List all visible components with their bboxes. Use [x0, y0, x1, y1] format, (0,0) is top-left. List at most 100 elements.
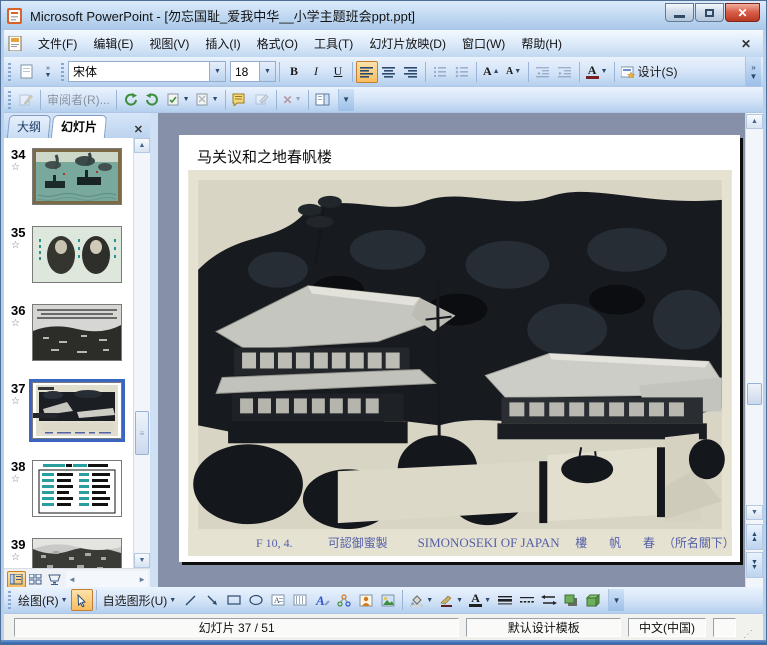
menu-insert[interactable]: 插入(I): [197, 31, 248, 56]
fill-color-dropdown-icon[interactable]: ▼: [426, 597, 433, 604]
slide-thumbnail-38[interactable]: [32, 460, 122, 517]
slide-photo-postcard[interactable]: F 10, 4. 可認御蜜製 SIMONOSEKI OF JAPAN 樓 帆 春…: [188, 170, 732, 556]
draw-menu-button[interactable]: 绘图(R) ▼: [15, 589, 71, 611]
next-slide-button[interactable]: ▼ ▼: [746, 552, 763, 578]
status-language[interactable]: 中文(中国): [628, 617, 706, 637]
font-size-dropdown-icon[interactable]: ▼: [259, 62, 275, 81]
slide-thumbnail-39[interactable]: [32, 538, 122, 568]
toolbar-overflow-button[interactable]: ▼: [337, 88, 354, 111]
next-item-button[interactable]: [142, 89, 164, 111]
increase-indent-button[interactable]: [554, 61, 576, 83]
toolbar-grip[interactable]: [8, 90, 11, 109]
three-d-style-button[interactable]: [582, 589, 604, 611]
slide-thumbnail-35[interactable]: [32, 226, 122, 283]
slide-title-text[interactable]: 马关议和之地春帆楼: [197, 146, 332, 167]
menubar-close-button[interactable]: ✕: [733, 35, 759, 53]
font-color-dropdown-icon[interactable]: ▼: [484, 597, 491, 604]
pane-scrollbar-thumb[interactable]: ≡: [135, 411, 149, 455]
scroll-right-icon[interactable]: ►: [138, 575, 146, 584]
font-color-button[interactable]: A ▼: [466, 589, 494, 611]
new-slide-button[interactable]: [15, 61, 37, 83]
align-center-button[interactable]: [378, 61, 400, 83]
toolbar-grip[interactable]: [8, 591, 11, 609]
bullets-button[interactable]: [451, 61, 473, 83]
align-left-button[interactable]: [356, 60, 378, 83]
dash-style-button[interactable]: [516, 589, 538, 611]
pane-scroll-down-button[interactable]: ▼: [134, 553, 150, 568]
oval-tool-button[interactable]: [245, 589, 267, 611]
text-box-button[interactable]: A: [267, 589, 289, 611]
unapply-change-button[interactable]: ▼: [193, 89, 222, 111]
autoshapes-menu-button[interactable]: 自选图形(U) ▼: [100, 589, 180, 611]
slide-canvas[interactable]: 马关议和之地春帆楼 F 10, 4. 可認御蜜製 SIMONOSEKI OF J…: [179, 135, 740, 562]
increase-font-size-button[interactable]: A ▲: [480, 61, 503, 83]
italic-button[interactable]: I: [305, 61, 327, 83]
font-name-dropdown-icon[interactable]: ▼: [209, 62, 225, 81]
insert-picture-button[interactable]: [377, 589, 399, 611]
select-objects-button[interactable]: [70, 589, 93, 611]
line-tool-button[interactable]: [179, 589, 201, 611]
arrow-style-button[interactable]: [538, 589, 560, 611]
pane-splitter[interactable]: [150, 113, 158, 589]
title-bar[interactable]: Microsoft PowerPoint - [勿忘国耻_爱我中华__小学主题班…: [1, 1, 766, 30]
line-color-button[interactable]: ▼: [436, 589, 466, 611]
slide-design-button[interactable]: 设计(S): [618, 61, 681, 83]
toolbar-grip[interactable]: [8, 62, 11, 81]
unapply-dropdown-icon[interactable]: ▼: [212, 96, 219, 103]
clip-art-button[interactable]: [355, 589, 377, 611]
arrow-tool-button[interactable]: [201, 589, 223, 611]
menu-file[interactable]: 文件(F): [30, 31, 85, 56]
previous-item-button[interactable]: [120, 89, 142, 111]
toolbar-options-chevron[interactable]: » ▼: [37, 61, 59, 83]
tab-outline[interactable]: 大纲: [6, 115, 52, 138]
normal-view-button[interactable]: [7, 570, 26, 588]
insert-comment-button[interactable]: [229, 89, 251, 111]
pane-scrollbar[interactable]: ▲ ≡ ▼: [133, 138, 150, 568]
reviewing-pane-button[interactable]: [312, 89, 334, 111]
resize-grip[interactable]: ⋰: [743, 629, 753, 640]
numbering-button[interactable]: [429, 61, 451, 83]
font-color-dropdown-icon[interactable]: ▼: [601, 68, 608, 75]
fill-color-button[interactable]: ▼: [406, 589, 436, 611]
bold-button[interactable]: B: [283, 61, 305, 83]
slideshow-view-button[interactable]: [45, 571, 64, 588]
font-name-select[interactable]: 宋体 ▼: [68, 61, 226, 82]
shadow-style-button[interactable]: [560, 589, 582, 611]
delete-comment-button[interactable]: ✕ ▼: [280, 89, 305, 111]
menu-format[interactable]: 格式(O): [249, 31, 306, 56]
minimize-button[interactable]: [665, 3, 694, 22]
menu-window[interactable]: 窗口(W): [454, 31, 513, 56]
toolbar-overflow-button[interactable]: » ▼: [745, 57, 761, 86]
close-button[interactable]: ✕: [725, 3, 760, 22]
toolbar-overflow-button[interactable]: ▼: [608, 589, 625, 611]
font-size-select[interactable]: 18 ▼: [230, 61, 276, 82]
menu-help[interactable]: 帮助(H): [513, 31, 570, 56]
underline-button[interactable]: U: [327, 61, 349, 83]
apply-change-button[interactable]: ▼: [164, 89, 193, 111]
pane-scroll-up-button[interactable]: ▲: [134, 138, 150, 153]
restore-button[interactable]: [695, 3, 724, 22]
decrease-indent-button[interactable]: [532, 61, 554, 83]
line-color-dropdown-icon[interactable]: ▼: [456, 597, 463, 604]
slide-thumbnail-34[interactable]: [32, 148, 122, 205]
slide-thumbnail-36[interactable]: [32, 304, 122, 361]
previous-slide-button[interactable]: ▲ ▲: [746, 524, 763, 550]
main-vertical-scrollbar[interactable]: ▲ ▼ ▲ ▲ ▼ ▼: [745, 113, 763, 589]
vertical-text-box-button[interactable]: [289, 589, 311, 611]
delete-dropdown-icon[interactable]: ▼: [295, 96, 302, 103]
font-color-button[interactable]: A ▼: [583, 61, 611, 83]
toolbar-grip[interactable]: [61, 62, 64, 81]
pane-close-button[interactable]: ✕: [129, 121, 148, 138]
track-changes-button[interactable]: [15, 89, 37, 111]
scrollbar-thumb[interactable]: [747, 383, 762, 405]
edit-comment-button[interactable]: [251, 89, 273, 111]
menu-slideshow[interactable]: 幻灯片放映(D): [361, 31, 454, 56]
menu-tools[interactable]: 工具(T): [306, 31, 361, 56]
wordart-button[interactable]: A: [311, 589, 333, 611]
scroll-left-icon[interactable]: ◄: [68, 575, 76, 584]
rectangle-tool-button[interactable]: [223, 589, 245, 611]
slide-thumbnail-37-selected[interactable]: [29, 379, 125, 442]
menu-edit[interactable]: 编辑(E): [85, 31, 141, 56]
scroll-up-button[interactable]: ▲: [746, 114, 763, 129]
decrease-font-size-button[interactable]: A ▼: [503, 61, 525, 83]
